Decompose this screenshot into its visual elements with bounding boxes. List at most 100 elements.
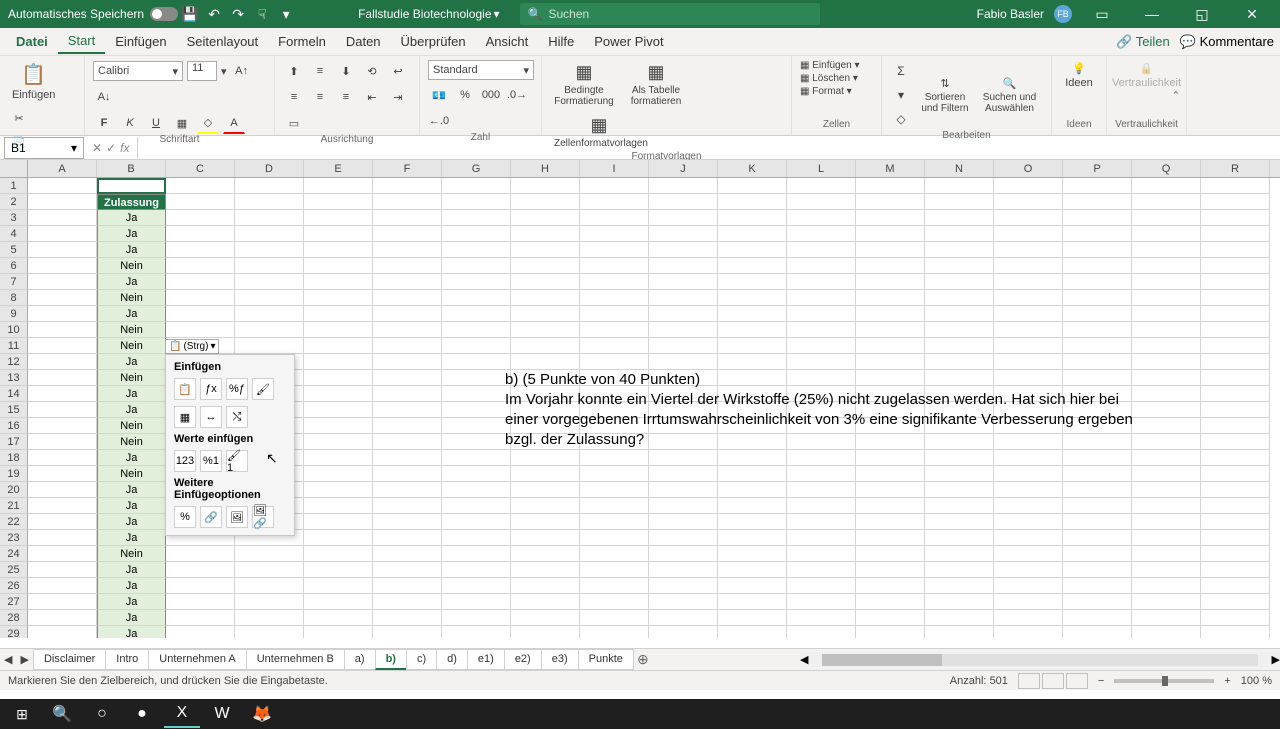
cell[interactable]: [580, 306, 649, 322]
menu-tab-start[interactable]: Start: [58, 29, 105, 54]
cell[interactable]: [511, 194, 580, 210]
cell[interactable]: [373, 306, 442, 322]
cell[interactable]: [994, 242, 1063, 258]
cell[interactable]: [166, 210, 235, 226]
cell[interactable]: [373, 498, 442, 514]
cell[interactable]: Ja: [97, 482, 166, 498]
cell[interactable]: [856, 322, 925, 338]
cell[interactable]: [166, 610, 235, 626]
cell[interactable]: [28, 274, 97, 290]
cell[interactable]: [304, 434, 373, 450]
col-header[interactable]: M: [856, 160, 925, 177]
cell[interactable]: [511, 610, 580, 626]
cell[interactable]: [925, 258, 994, 274]
cell[interactable]: [28, 354, 97, 370]
paste-keep-source-icon[interactable]: 🖌: [252, 378, 274, 400]
row-header[interactable]: 23: [0, 530, 28, 546]
paste-picture-icon[interactable]: 🖼: [226, 506, 248, 528]
cell[interactable]: [580, 194, 649, 210]
paste-values-source-icon[interactable]: 🖌1: [226, 450, 248, 472]
cell[interactable]: [1063, 274, 1132, 290]
cell[interactable]: [787, 546, 856, 562]
paste-formulas-icon[interactable]: ƒx: [200, 378, 222, 400]
cell[interactable]: [373, 354, 442, 370]
cell[interactable]: [649, 466, 718, 482]
cell[interactable]: Nein: [97, 418, 166, 434]
cell[interactable]: [1201, 402, 1270, 418]
cell[interactable]: [304, 562, 373, 578]
cell[interactable]: Ja: [97, 450, 166, 466]
cell[interactable]: [304, 306, 373, 322]
cell[interactable]: [304, 402, 373, 418]
cell[interactable]: [649, 210, 718, 226]
cell[interactable]: [925, 306, 994, 322]
cell[interactable]: [166, 578, 235, 594]
cell[interactable]: [1132, 290, 1201, 306]
cell[interactable]: [373, 546, 442, 562]
increase-font-icon[interactable]: A↑: [231, 60, 253, 82]
cell[interactable]: [442, 242, 511, 258]
align-center-icon[interactable]: ≡: [309, 86, 331, 108]
cell[interactable]: [580, 498, 649, 514]
borders-icon[interactable]: ▦: [171, 112, 193, 134]
cell[interactable]: [28, 418, 97, 434]
cell[interactable]: [1063, 242, 1132, 258]
cell[interactable]: [373, 514, 442, 530]
menu-tab-einfuegen[interactable]: Einfügen: [105, 30, 176, 53]
align-middle-icon[interactable]: ≡: [309, 60, 331, 82]
cell[interactable]: [1063, 354, 1132, 370]
cell[interactable]: [580, 578, 649, 594]
cell[interactable]: [718, 226, 787, 242]
cell[interactable]: [442, 546, 511, 562]
cell[interactable]: [718, 338, 787, 354]
menu-tab-powerpivot[interactable]: Power Pivot: [584, 30, 673, 53]
col-header[interactable]: I: [580, 160, 649, 177]
cell[interactable]: [994, 450, 1063, 466]
cell[interactable]: [718, 210, 787, 226]
col-header[interactable]: L: [787, 160, 856, 177]
cell[interactable]: [1201, 290, 1270, 306]
cell[interactable]: [166, 178, 235, 194]
col-header[interactable]: N: [925, 160, 994, 177]
row-header[interactable]: 20: [0, 482, 28, 498]
col-header[interactable]: P: [1063, 160, 1132, 177]
cell[interactable]: [649, 514, 718, 530]
align-top-icon[interactable]: ⬆: [283, 60, 305, 82]
cell[interactable]: [235, 258, 304, 274]
cell[interactable]: [925, 354, 994, 370]
view-layout-icon[interactable]: [1042, 673, 1064, 689]
percent-icon[interactable]: %: [454, 84, 476, 106]
cell[interactable]: [304, 498, 373, 514]
cell[interactable]: [994, 322, 1063, 338]
cell[interactable]: [649, 178, 718, 194]
accept-entry-icon[interactable]: ✓: [106, 141, 116, 155]
cell[interactable]: [718, 530, 787, 546]
cell[interactable]: [1201, 194, 1270, 210]
cell[interactable]: [580, 226, 649, 242]
cell[interactable]: [1201, 610, 1270, 626]
cell[interactable]: [235, 226, 304, 242]
cell[interactable]: [925, 546, 994, 562]
cell[interactable]: [1201, 226, 1270, 242]
cell[interactable]: [649, 258, 718, 274]
cell[interactable]: [718, 194, 787, 210]
col-header[interactable]: H: [511, 160, 580, 177]
cell[interactable]: [787, 226, 856, 242]
cell[interactable]: [511, 562, 580, 578]
col-header[interactable]: B: [97, 160, 166, 177]
qat-more-icon[interactable]: ▾: [276, 4, 296, 24]
cell[interactable]: [373, 466, 442, 482]
row-header[interactable]: 6: [0, 258, 28, 274]
cell[interactable]: [925, 466, 994, 482]
cell[interactable]: [373, 450, 442, 466]
row-header[interactable]: 28: [0, 610, 28, 626]
cell[interactable]: [1132, 226, 1201, 242]
cell[interactable]: [1201, 434, 1270, 450]
cell[interactable]: [511, 338, 580, 354]
sheet-prev-icon[interactable]: ◀: [0, 651, 16, 668]
cell[interactable]: [1132, 354, 1201, 370]
sheet-tab[interactable]: d): [436, 649, 468, 670]
cell[interactable]: [925, 210, 994, 226]
sheet-tab[interactable]: Disclaimer: [33, 649, 106, 670]
cell[interactable]: [925, 514, 994, 530]
